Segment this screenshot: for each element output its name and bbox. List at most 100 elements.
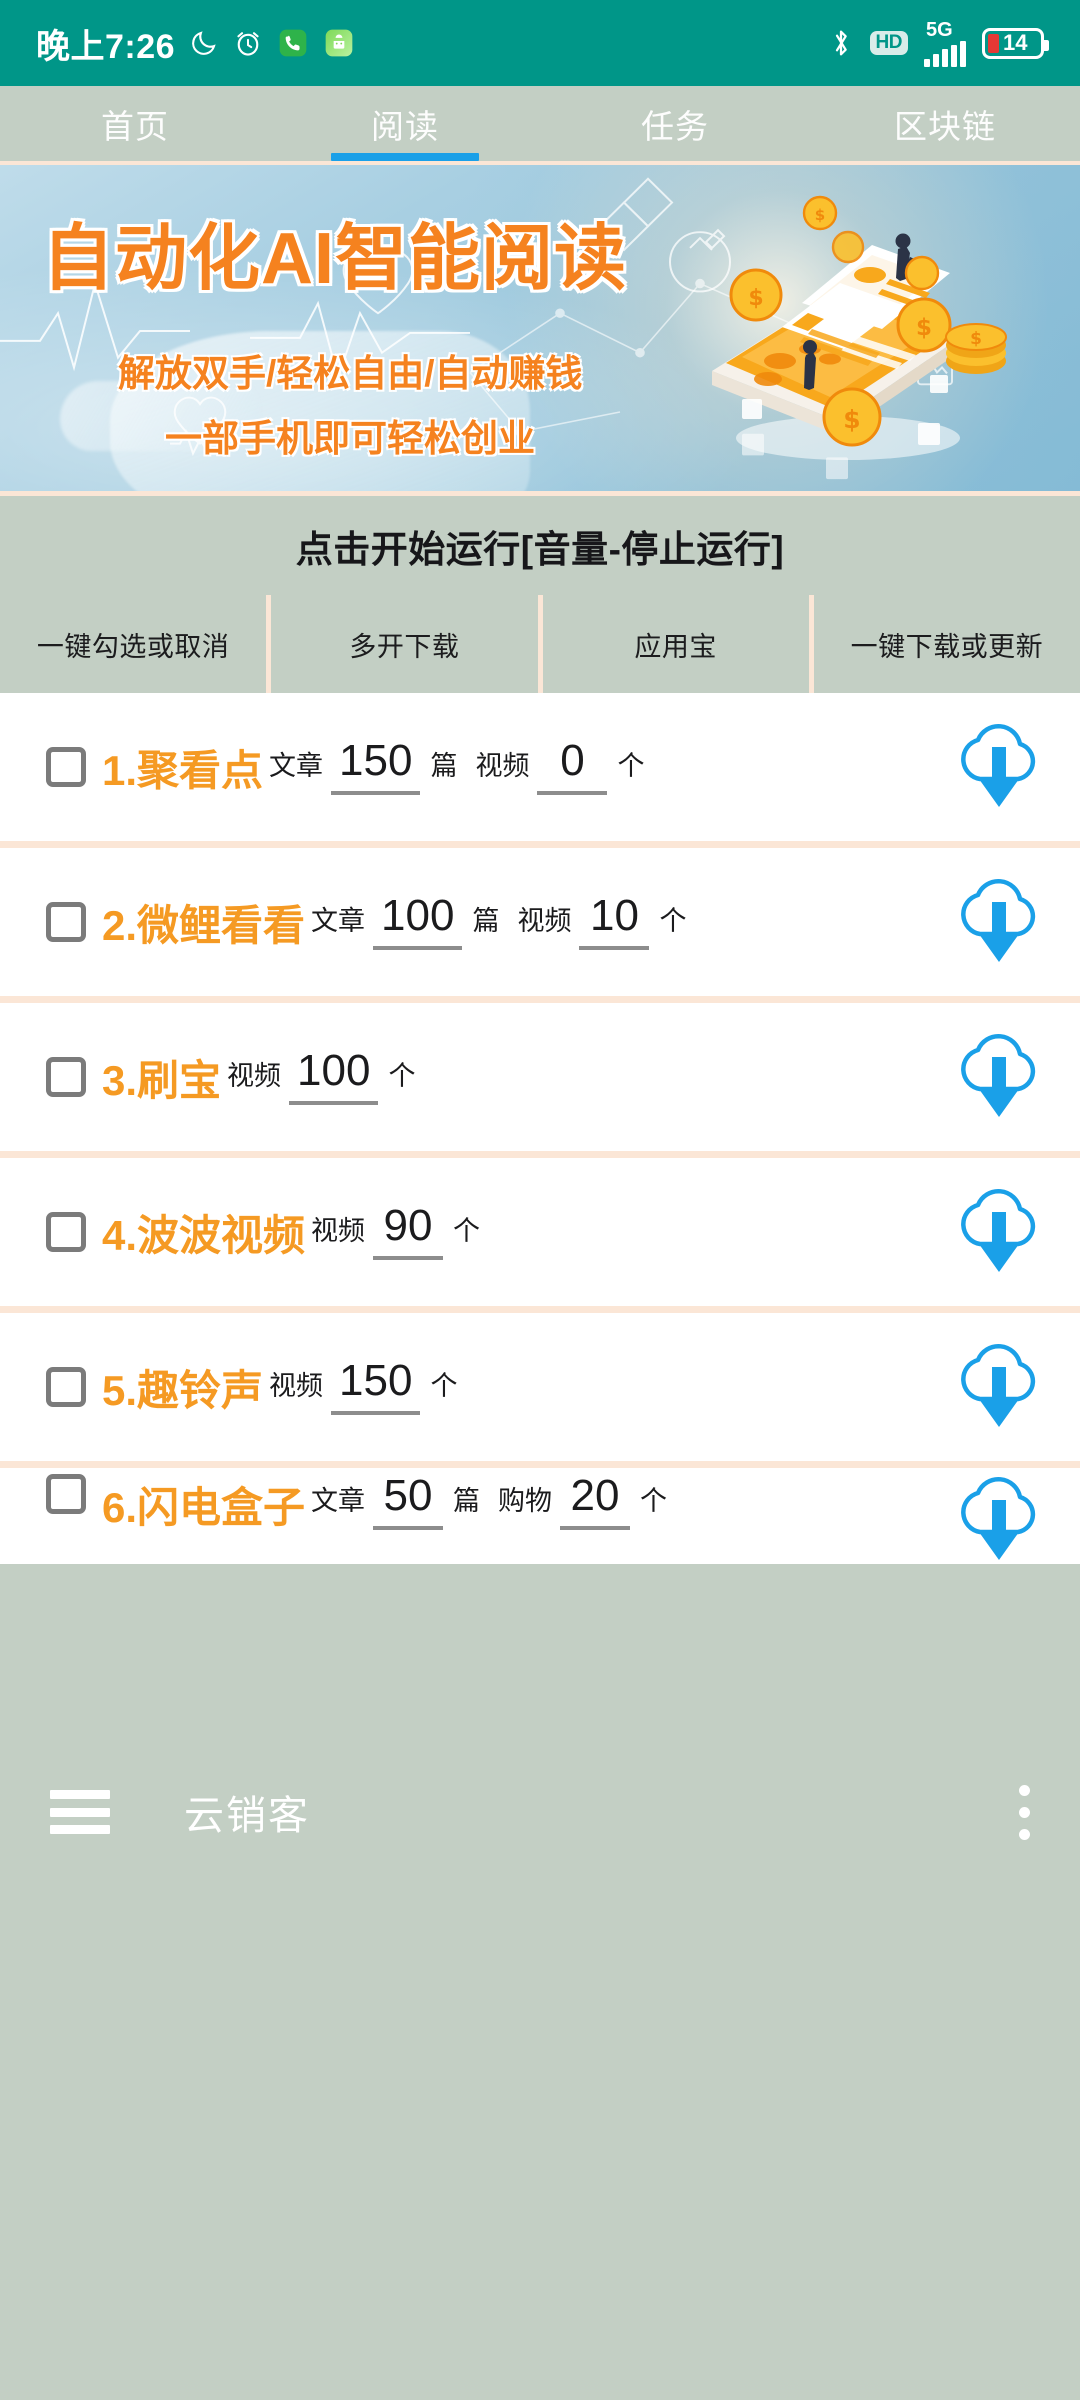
field-label: 文章 [311,906,366,936]
field-label: 视频 [475,751,530,781]
row-fields: 视频 90 个 [311,1204,498,1260]
field-value-input[interactable]: 150 [331,1359,421,1415]
row-checkbox[interactable] [46,1212,86,1252]
field-group: 视频 150 个 [269,1359,475,1415]
row-fields: 视频 150 个 [269,1359,475,1415]
app-name: 3.刷宝 [102,1056,222,1104]
row-fields: 文章 100 篇 视频 10 个 [311,894,704,950]
field-unit: 个 [640,1486,668,1516]
tab-home[interactable]: 首页 [0,86,270,161]
cloud-download-icon[interactable] [956,1341,1042,1433]
field-label: 视频 [517,906,572,936]
app-name: 5.趣铃声 [102,1366,264,1414]
battery-fill [988,33,999,53]
download-or-update-all-button[interactable]: 一键下载或更新 [813,595,1080,693]
select-all-toggle-button[interactable]: 一键勾选或取消 [0,595,267,693]
field-group: 购物 20 个 [498,1474,685,1530]
cloud-download-icon[interactable] [956,876,1042,968]
row-fields: 文章 50 篇 购物 20 个 [311,1474,685,1530]
field-label: 视频 [269,1371,324,1401]
cloud-download-icon[interactable] [956,1474,1042,1564]
row-checkbox[interactable] [46,1367,86,1407]
more-vertical-icon[interactable] [1019,1784,1030,1840]
signal-bars [924,40,966,67]
table-row[interactable]: 4.波波视频 视频 90 个 [0,1158,1080,1313]
field-group: 文章 150 篇 [269,739,475,795]
field-value-input[interactable]: 90 [373,1204,444,1260]
tab-label: 区块链 [894,107,996,145]
action-button-row: 一键勾选或取消 多开下载 应用宝 一键下载或更新 [0,595,1080,693]
banner-subtitle-2: 一部手机即可轻松创业 [165,418,535,459]
table-row[interactable]: 5.趣铃声 视频 150 个 [0,1313,1080,1468]
table-row[interactable]: 1.聚看点 文章 150 篇 视频 0 个 [0,693,1080,848]
cloud-download-icon[interactable] [956,1186,1042,1278]
status-bar-right: HD 5G 14 [828,18,1049,67]
field-label: 文章 [311,1486,366,1516]
field-value-input[interactable]: 150 [331,739,421,795]
promo-banner[interactable]: $ $ $ $ $ 自动化AI智能阅读 解放双手/轻松自由/自动赚钱 一部手机即… [0,161,1080,491]
table-row[interactable]: 2.微鲤看看 文章 100 篇 视频 10 个 [0,848,1080,1003]
field-value-input[interactable]: 50 [373,1474,444,1530]
run-instruction-header: 点击开始运行[音量-停止运行] [0,491,1080,595]
field-value-input[interactable]: 100 [289,1049,379,1105]
field-group: 视频 90 个 [311,1204,498,1260]
hd-icon: HD [869,31,908,55]
tab-reading[interactable]: 阅读 [270,86,540,161]
cloud-download-icon[interactable] [956,1031,1042,1123]
status-bar: 晚上7:26 HD 5G 14 [0,0,1080,86]
bluetooth-icon [828,27,854,59]
tab-tasks[interactable]: 任务 [540,86,810,161]
battery-icon: 14 [982,27,1049,59]
app-name: 1.聚看点 [102,746,264,794]
row-checkbox[interactable] [46,902,86,942]
row-checkbox[interactable] [46,1057,86,1097]
field-label: 购物 [498,1486,553,1516]
field-group: 文章 50 篇 [311,1474,498,1530]
multi-download-button[interactable]: 多开下载 [271,595,538,693]
hamburger-menu-icon[interactable] [50,1790,110,1834]
app-store-button[interactable]: 应用宝 [542,595,809,693]
field-unit: 个 [617,751,645,781]
row-fields: 文章 150 篇 视频 0 个 [269,739,662,795]
field-value-input[interactable]: 0 [537,739,608,795]
field-value-input[interactable]: 20 [560,1474,631,1530]
bottom-empty-space [0,1874,1080,2400]
phone-coins-illustration: $ $ $ $ $ [712,195,1007,460]
alarm-icon [233,28,263,58]
table-row[interactable]: 6.闪电盒子 文章 50 篇 购物 20 个 [0,1468,1080,1564]
row-checkbox[interactable] [46,747,86,787]
app-screen: 晚上7:26 HD 5G 14 首页 阅读 任务 区块链 $ $ $ $ $ 自… [0,0,1080,2400]
tab-label: 任务 [641,107,709,145]
tab-label: 首页 [101,107,169,145]
tab-label: 阅读 [371,107,439,145]
brand-name: 云销客 [184,1794,310,1838]
status-time: 晚上7:26 [36,27,176,66]
banner-title: 自动化AI智能阅读 [42,219,628,299]
status-bar-left: 晚上7:26 [36,19,355,68]
svg-text:$: $ [916,315,932,341]
field-label: 文章 [269,751,324,781]
svg-text:$: $ [970,329,982,349]
row-checkbox[interactable] [46,1474,86,1514]
tab-active-indicator [331,153,479,161]
bottom-bar: 云销客 [0,1750,1080,1874]
cloud-download-icon[interactable] [956,721,1042,813]
field-group: 文章 100 篇 [311,894,517,950]
field-unit: 篇 [472,906,500,936]
app-name: 6.闪电盒子 [102,1484,306,1531]
network-type-label: 5G [926,18,953,41]
field-unit: 个 [659,906,687,936]
field-value-input[interactable]: 10 [579,894,650,950]
field-group: 视频 100 个 [227,1049,433,1105]
tab-blockchain[interactable]: 区块链 [810,86,1080,161]
app-list: 1.聚看点 文章 150 篇 视频 0 个 2.微鲤看看 文章 100 篇 视频… [0,693,1080,1564]
field-value-input[interactable]: 100 [373,894,463,950]
run-instruction-text: 点击开始运行[音量-停止运行] [295,528,785,570]
svg-text:$: $ [748,286,763,311]
table-row[interactable]: 3.刷宝 视频 100 个 [0,1003,1080,1158]
app-name: 2.微鲤看看 [102,901,306,949]
android-app-icon [323,27,355,59]
battery-percent: 14 [1003,30,1028,55]
svg-text:$: $ [843,405,860,434]
empty-space [0,1564,1080,1750]
